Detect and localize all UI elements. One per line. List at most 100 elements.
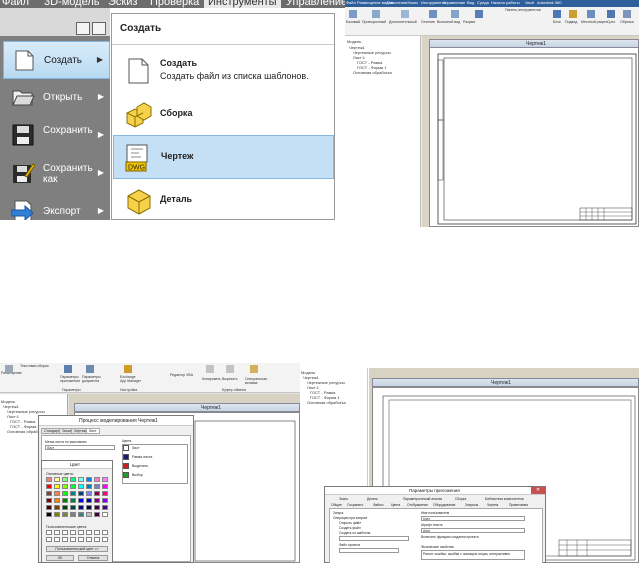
basic-color-swatch[interactable] (94, 484, 100, 489)
tab-file[interactable]: Файл (2, 0, 29, 8)
basic-color-swatch[interactable] (46, 491, 52, 496)
basic-color-swatch[interactable] (78, 512, 84, 517)
ribbon-label[interactable]: Параметры приложения (60, 375, 80, 383)
basic-color-swatch[interactable] (78, 491, 84, 496)
tab-file[interactable]: Файл (346, 0, 356, 5)
tab-content-library[interactable]: Библиотека компонентов (485, 497, 524, 501)
basic-color-swatch[interactable] (102, 512, 108, 517)
ribbon-label[interactable]: Вырезать (222, 377, 238, 381)
tab-hardware[interactable]: Оборудование (433, 503, 455, 507)
tab-sketch[interactable]: Эскиз (339, 497, 348, 501)
new-file-radio[interactable]: Создать файл (339, 526, 361, 530)
tab-save[interactable]: Сохранить (347, 503, 363, 507)
custom-color-swatch[interactable] (46, 537, 52, 542)
basic-color-swatch[interactable] (102, 484, 108, 489)
basic-color-swatch[interactable] (46, 498, 52, 503)
cut-icon[interactable] (226, 365, 234, 373)
ribbon-label[interactable]: Текстовая сборка (20, 364, 49, 368)
basic-color-swatch[interactable] (78, 484, 84, 489)
basic-color-swatch[interactable] (86, 505, 92, 510)
base-view-icon[interactable] (349, 10, 357, 18)
ribbon-label[interactable]: Специальная вставка (245, 377, 269, 385)
tab-annotate[interactable]: Пояснения (387, 0, 407, 5)
basic-color-swatch[interactable] (102, 477, 108, 482)
basic-color-swatch[interactable] (102, 498, 108, 503)
ribbon-label[interactable]: Редактор VBA (170, 373, 193, 377)
basic-color-swatch[interactable] (86, 498, 92, 503)
ribbon-label[interactable]: Копировать (202, 377, 221, 381)
basic-color-swatch[interactable] (62, 477, 68, 482)
submenu-item-drawing[interactable]: DWG Чертеж (113, 135, 334, 179)
text-font-select[interactable]: Arial (421, 528, 525, 533)
ribbon-label[interactable]: Параметры документа (82, 375, 104, 383)
basic-color-swatch[interactable] (86, 484, 92, 489)
basic-color-swatch[interactable] (94, 505, 100, 510)
startup-action-checkbox[interactable]: Операция при запуске (333, 516, 367, 520)
menu-item-save[interactable]: Сохранить ▶ (3, 117, 110, 155)
recent-documents-icon[interactable] (76, 22, 90, 35)
paste-special-icon[interactable] (250, 365, 258, 373)
tab-view[interactable]: Вид (467, 0, 474, 5)
color-row-selection[interactable]: Выбор (121, 472, 187, 479)
color-row-border[interactable]: Рамка листа (121, 454, 187, 461)
custom-color-swatch[interactable] (102, 530, 108, 535)
tab-inspect[interactable]: Проверка (150, 0, 199, 8)
tab-prompts[interactable]: Запросы (465, 503, 478, 507)
basic-color-swatch[interactable] (78, 477, 84, 482)
tab-get-started[interactable]: Начало работы (491, 0, 520, 5)
dialog-titlebar[interactable]: Цвет (42, 461, 112, 469)
tab-manage[interactable]: Управление (443, 0, 465, 5)
basic-color-swatch[interactable] (54, 512, 60, 517)
basic-color-swatch[interactable] (94, 491, 100, 496)
custom-color-swatch[interactable] (86, 537, 92, 542)
dialog-titlebar[interactable]: Процесс моделирования Чертеж1 (39, 416, 193, 426)
crop-view-icon[interactable] (607, 10, 615, 18)
open-file-radio[interactable]: Открыть файл (339, 521, 361, 525)
basic-color-swatch[interactable] (54, 491, 60, 496)
basic-color-swatch[interactable] (86, 512, 92, 517)
basic-color-swatch[interactable] (78, 498, 84, 503)
browser-item[interactable]: Основная обработка (353, 70, 392, 75)
basic-color-swatch[interactable] (86, 477, 92, 482)
custom-color-swatch[interactable] (46, 530, 52, 535)
basic-color-swatch[interactable] (46, 477, 52, 482)
basic-color-swatch[interactable] (70, 484, 76, 489)
open-documents-icon[interactable] (92, 22, 106, 35)
menu-item-open[interactable]: Открыть ▶ (3, 79, 110, 117)
basic-color-swatch[interactable] (54, 484, 60, 489)
basic-color-swatch[interactable] (102, 491, 108, 496)
tab-files[interactable]: Файлы (373, 503, 383, 507)
custom-color-swatch[interactable] (102, 537, 108, 542)
menu-item-new[interactable]: Создать ▶ (3, 41, 110, 79)
tab-tools[interactable]: Инструменты (204, 0, 281, 8)
physical-properties-option[interactable]: Расчет ошибки, ошибки с помощью опции, и… (423, 552, 510, 556)
tab-3d-model[interactable]: 3D-модель (44, 0, 99, 8)
projected-view-icon[interactable] (372, 10, 380, 18)
menu-item-export[interactable]: Экспорт ▶ (3, 193, 110, 220)
tab-drawing[interactable]: Чертеж (487, 503, 498, 507)
basic-color-swatch[interactable] (94, 498, 100, 503)
custom-color-swatch[interactable] (62, 537, 68, 542)
breakout-view-icon[interactable] (587, 10, 595, 18)
color-row-highlight[interactable]: Выделить (121, 463, 187, 470)
detail-view-icon[interactable] (451, 10, 459, 18)
submenu-item-new[interactable]: Создать Создать файл из списка шаблонов. (113, 49, 334, 93)
basic-color-swatch[interactable] (86, 491, 92, 496)
basic-color-swatch[interactable] (54, 498, 60, 503)
custom-color-swatch[interactable] (94, 537, 100, 542)
tab-sketch[interactable]: Эскиз (407, 0, 418, 5)
tab-sketch[interactable]: Эскиз (108, 0, 137, 8)
application-options-icon[interactable] (64, 365, 72, 373)
tab-manage[interactable]: Управление (286, 0, 345, 8)
basic-color-swatch[interactable] (70, 477, 76, 482)
tab-vault[interactable]: Vault (525, 0, 534, 5)
basic-color-swatch[interactable] (62, 491, 68, 496)
basic-color-swatch[interactable] (62, 505, 68, 510)
slice-view-icon[interactable] (569, 10, 577, 18)
basic-color-swatch[interactable] (46, 512, 52, 517)
submenu-item-assembly[interactable]: Сборка (113, 93, 334, 137)
basic-color-swatch[interactable] (70, 505, 76, 510)
menu-item-save-as[interactable]: Сохранить как ▶ (3, 155, 110, 193)
custom-color-swatch[interactable] (86, 530, 92, 535)
basic-color-swatch[interactable] (70, 491, 76, 496)
